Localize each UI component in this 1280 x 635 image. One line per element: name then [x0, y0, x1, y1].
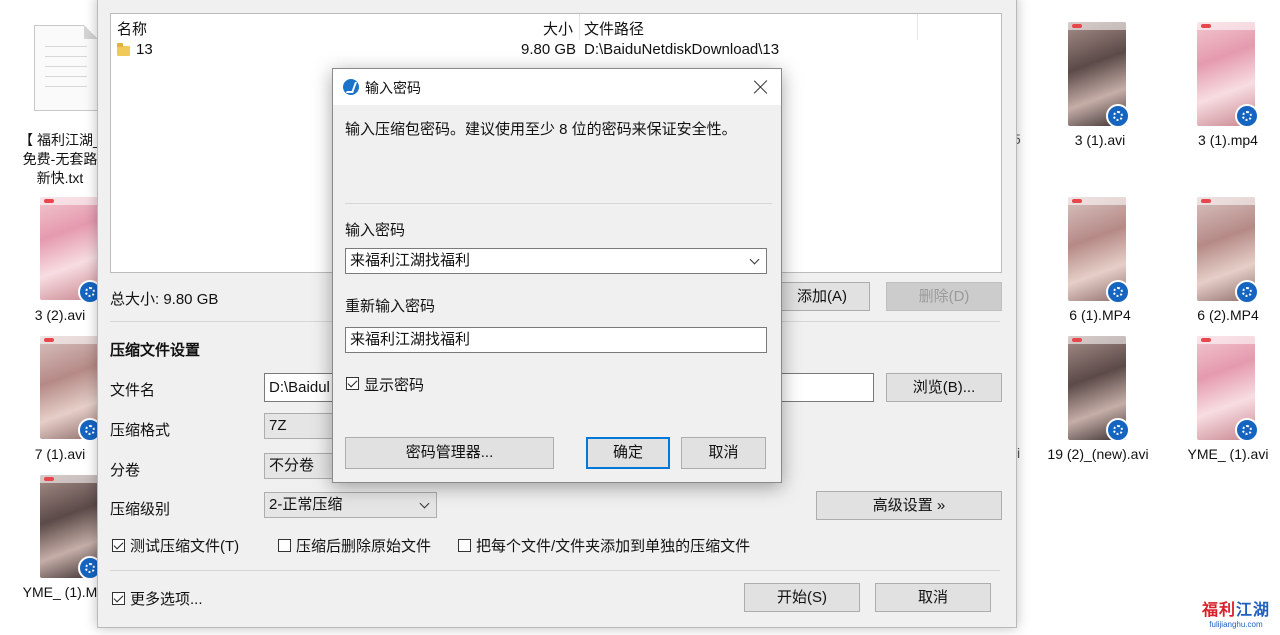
password-label: 输入密码	[345, 222, 406, 239]
desktop-icon-label: 19 (2)_(new).avi	[1047, 446, 1149, 462]
column-header-name[interactable]: 名称	[117, 18, 147, 39]
desktop-icon-label: YME_ (1).avi	[1187, 446, 1269, 462]
start-button[interactable]: 开始(S)	[744, 583, 860, 612]
browse-button[interactable]: 浏览(B)...	[886, 373, 1002, 402]
level-label: 压缩级别	[110, 501, 171, 518]
password-cancel-button[interactable]: 取消	[681, 437, 766, 469]
test-archive-label: 测试压缩文件(T)	[130, 538, 240, 555]
show-password-checkbox[interactable]	[346, 377, 359, 390]
separate-archives-checkbox[interactable]	[458, 539, 471, 552]
password-dialog: 输入密码 输入压缩包密码。建议使用至少 8 位的密码来保证安全性。 输入密码 来…	[332, 68, 782, 483]
split-label: 分卷	[110, 462, 141, 479]
add-button[interactable]: 添加(A)	[774, 282, 870, 311]
password-manager-button[interactable]: 密码管理器...	[345, 437, 554, 469]
confirm-password-label: 重新输入密码	[345, 298, 436, 315]
password-input[interactable]: 来福利江湖找福利	[345, 248, 767, 274]
section-title: 压缩文件设置	[110, 342, 201, 359]
video-player-icon	[1106, 280, 1130, 304]
desktop-icon-label: 6 (2).MP4	[1197, 307, 1259, 323]
password-dialog-title: 输入密码	[365, 80, 421, 96]
password-input-value: 来福利江湖找福利	[350, 252, 471, 269]
more-options-checkbox[interactable]	[112, 592, 125, 605]
level-select[interactable]: 2-正常压缩	[264, 492, 437, 518]
text-file-icon	[34, 25, 98, 111]
show-password-label: 显示密码	[364, 377, 425, 394]
split-select[interactable]: 不分卷	[264, 453, 334, 479]
video-player-icon	[1235, 418, 1259, 442]
delete-after-checkbox[interactable]	[278, 539, 291, 552]
video-player-icon	[1106, 418, 1130, 442]
bandizip-icon	[343, 79, 359, 95]
close-icon[interactable]	[749, 75, 773, 99]
password-dialog-titlebar[interactable]: 输入密码	[333, 69, 781, 105]
desktop-icon-label: 6 (1).MP4	[1069, 307, 1131, 323]
total-size: 总大小: 9.80 GB	[110, 291, 219, 308]
watermark-text-blue: 江湖	[1235, 602, 1270, 619]
video-player-icon	[1235, 104, 1259, 128]
main-cancel-button[interactable]: 取消	[875, 583, 991, 612]
column-header-path[interactable]: 文件路径	[584, 18, 644, 39]
password-description: 输入压缩包密码。建议使用至少 8 位的密码来保证安全性。	[345, 121, 737, 138]
file-row-size: 9.80 GB	[521, 41, 577, 58]
separate-archives-label: 把每个文件/文件夹添加到单独的压缩文件	[476, 538, 751, 555]
desktop-icon-label: 3 (1).mp4	[1198, 132, 1258, 148]
format-label: 压缩格式	[110, 422, 171, 439]
delete-button[interactable]: 删除(D)	[886, 282, 1002, 311]
folder-icon	[117, 43, 130, 56]
more-options-label: 更多选项...	[130, 591, 203, 608]
column-header-size[interactable]: 大小	[543, 18, 573, 39]
advanced-settings-button[interactable]: 高级设置 »	[816, 491, 1002, 520]
watermark-url: fulijianghu.com	[1209, 620, 1263, 629]
watermark-text-red: 福利	[1201, 602, 1236, 619]
format-select[interactable]: 7Z	[264, 413, 334, 439]
video-player-icon	[1235, 280, 1259, 304]
desktop-icon-label: 3 (1).avi	[1074, 132, 1126, 148]
file-row-name: 13	[136, 41, 153, 58]
delete-after-label: 压缩后删除原始文件	[296, 538, 432, 555]
confirm-password-input[interactable]: 来福利江湖找福利	[345, 327, 767, 353]
level-select-value: 2-正常压缩	[269, 496, 343, 513]
video-player-icon	[1106, 104, 1130, 128]
ok-button[interactable]: 确定	[586, 437, 670, 469]
filename-label: 文件名	[110, 382, 156, 399]
chevron-down-icon[interactable]	[749, 254, 760, 265]
chevron-down-icon	[419, 498, 430, 509]
file-row-path: D:\BaiduNetdiskDownload\13	[584, 41, 780, 58]
watermark-logo: 福利江湖 fulijianghu.com	[1202, 596, 1270, 629]
test-archive-checkbox[interactable]	[112, 539, 125, 552]
